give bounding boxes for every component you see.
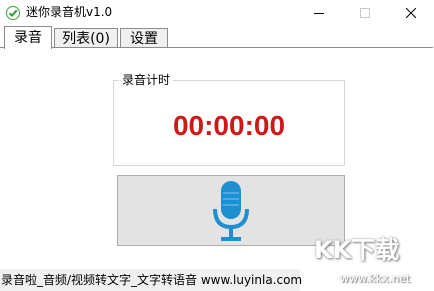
title-bar[interactable]: 迷你录音机v1.0 [0,0,434,26]
watermark-url: www.kkx.net [340,272,411,285]
watermark: KK下载 www.kkx.net [300,232,434,291]
tab-settings[interactable]: 设置 [120,28,168,48]
microphone-icon [213,180,249,241]
status-text: 录音啦_音频/视频转文字_文字转语音 www.luyinla.com [1,273,303,287]
close-button[interactable] [388,0,434,26]
recording-timer: 00:00:00 [172,110,286,141]
watermark-logo-text: KK下载 [314,236,400,264]
tab-record[interactable]: 录音 [4,26,52,49]
status-bar: 录音啦_音频/视频转文字_文字转语音 www.luyinla.com [0,269,303,291]
maximize-button[interactable] [342,0,388,26]
window-title: 迷你录音机v1.0 [26,5,113,19]
minimize-icon [314,13,324,14]
timer-group-label: 录音计时 [119,72,174,88]
app-check-icon [6,5,20,20]
tab-strip: 录音 列表(0) 设置 [0,26,434,49]
maximize-icon [360,8,370,18]
minimize-button[interactable] [296,0,342,26]
close-icon [406,8,416,18]
tab-list[interactable]: 列表(0) [54,28,118,48]
